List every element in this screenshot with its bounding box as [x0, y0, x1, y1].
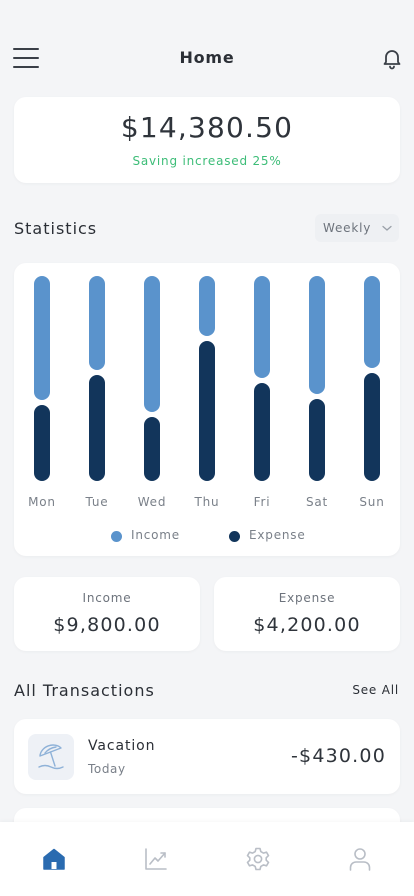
x-tick-label: Fri: [254, 495, 271, 509]
bar-expense-thu: [199, 341, 215, 481]
balance-amount: $14,380.50: [120, 111, 294, 144]
bar-income-sun: [364, 276, 380, 368]
balance-card: $14,380.50 Saving increased 25%: [14, 97, 400, 183]
bottom-navigation: [0, 822, 414, 896]
weekly-bar-chart: Mon Tue Wed Thu Fri Sat Sun: [28, 276, 384, 509]
statistics-chart-card: Mon Tue Wed Thu Fri Sat Sun Income Expense: [14, 263, 400, 556]
bar-expense-tue: [89, 375, 105, 481]
statistics-title: Statistics: [14, 219, 98, 238]
x-tick-label: Sat: [306, 495, 328, 509]
bar-income-mon: [34, 276, 50, 400]
user-icon[interactable]: [347, 846, 373, 872]
transaction-date: Today: [88, 762, 126, 776]
expense-summary-label: Expense: [278, 591, 336, 605]
x-tick-label: Tue: [85, 495, 109, 509]
transaction-amount: -$430.00: [290, 745, 386, 767]
legend-income-label: Income: [131, 528, 180, 542]
bar-income-tue: [89, 276, 105, 370]
chart-legend: Income Expense: [14, 528, 400, 544]
chart-icon[interactable]: [143, 846, 169, 872]
income-summary-card: Income $9,800.00: [14, 577, 200, 651]
bar-expense-sat: [309, 399, 325, 481]
bar-expense-wed: [144, 417, 160, 481]
x-tick-label: Thu: [194, 495, 220, 509]
expense-summary-value: $4,200.00: [253, 614, 361, 636]
period-select[interactable]: Weekly: [315, 214, 399, 242]
page-title: Home: [179, 48, 235, 67]
transaction-item[interactable]: Vacation Today -$430.00: [14, 719, 400, 794]
income-summary-value: $9,800.00: [53, 614, 161, 636]
x-tick-label: Mon: [28, 495, 56, 509]
x-tick-label: Sun: [359, 495, 384, 509]
bar-income-wed: [144, 276, 160, 412]
bar-expense-fri: [254, 383, 270, 481]
see-all-link[interactable]: See All: [352, 683, 399, 697]
period-select-value: Weekly: [323, 221, 372, 235]
bell-icon[interactable]: [380, 46, 404, 70]
beach-umbrella-icon: [28, 734, 74, 780]
transactions-title: All Transactions: [14, 681, 155, 700]
top-bar: Home: [0, 36, 414, 80]
bar-expense-sun: [364, 373, 380, 481]
expense-summary-card: Expense $4,200.00: [214, 577, 400, 651]
legend-income-dot: [111, 531, 122, 542]
bar-income-sat: [309, 276, 325, 394]
legend-expense-dot: [229, 531, 240, 542]
bar-expense-mon: [34, 405, 50, 481]
x-tick-label: Wed: [138, 495, 167, 509]
legend-expense-label: Expense: [249, 528, 306, 542]
saving-indicator: Saving increased 25%: [132, 154, 282, 168]
home-icon[interactable]: [41, 846, 67, 872]
income-summary-label: Income: [82, 591, 132, 605]
gear-icon[interactable]: [245, 846, 271, 872]
bar-income-thu: [199, 276, 215, 336]
bar-income-fri: [254, 276, 270, 378]
chevron-down-icon: [382, 225, 392, 231]
transaction-name: Vacation: [88, 738, 156, 754]
